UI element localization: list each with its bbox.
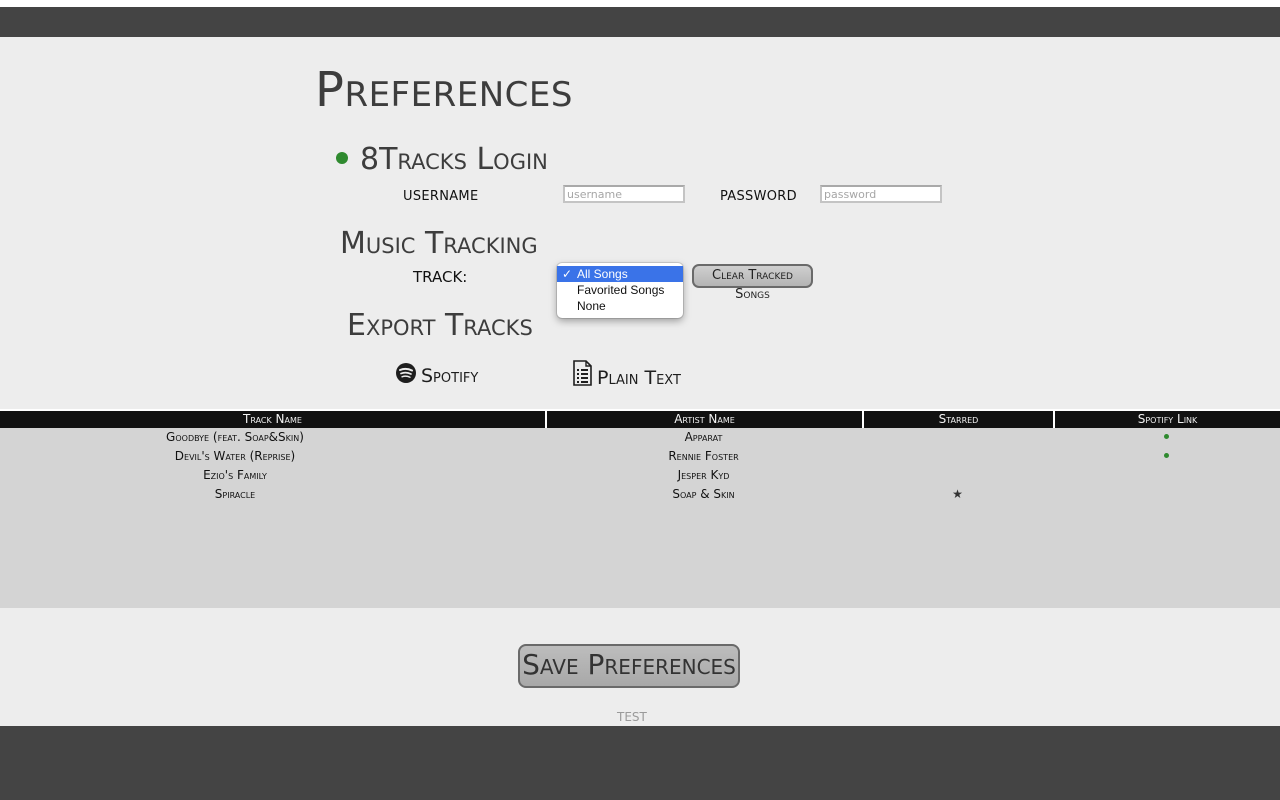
track-select-dropdown[interactable]: ✓ All Songs Favorited Songs None (557, 263, 683, 318)
dropdown-option-all-songs[interactable]: ✓ All Songs (557, 266, 683, 282)
artist-name-cell: Rennie Foster (668, 449, 739, 463)
top-bar (0, 7, 1280, 37)
page-title: Preferences (315, 62, 573, 118)
export-spotify-link[interactable]: Spotify (395, 362, 478, 388)
table-row[interactable]: Goodbye (feat. Soap&Skin) Apparat (0, 428, 1280, 447)
tracks-table: Track Name Artist Name Starred Spotify L… (0, 409, 1280, 608)
artist-name-cell: Soap & Skin (672, 487, 735, 501)
login-section-title: 8Tracks Login (360, 142, 548, 177)
column-header-spotify-link[interactable]: Spotify Link (1053, 411, 1280, 428)
password-label: PASSWORD (720, 189, 797, 204)
footer-note: TEST (617, 710, 647, 724)
artist-name-cell: Jesper Kyd (677, 468, 730, 482)
dropdown-option-label: Favorited Songs (577, 283, 665, 297)
export-section-title: Export Tracks (347, 308, 533, 343)
spotify-link-icon[interactable] (1164, 434, 1169, 439)
spotify-label: Spotify (421, 365, 479, 387)
starred-cell (862, 428, 1053, 447)
plain-text-label: Plain Text (597, 367, 681, 389)
track-name-cell: Goodbye (feat. Soap&Skin) (166, 430, 304, 444)
dropdown-option-label: None (577, 299, 606, 313)
export-plain-text-link[interactable]: Plain Text (572, 360, 681, 390)
document-icon (573, 360, 592, 386)
login-status-icon (336, 152, 348, 164)
spotify-link-cell (1053, 466, 1280, 485)
table-row[interactable]: Spiracle Soap & Skin ★ (0, 485, 1280, 504)
tracking-section-title: Music Tracking (340, 226, 538, 261)
checkmark-icon: ✓ (562, 267, 573, 281)
save-preferences-button[interactable]: Save Preferences (518, 644, 740, 688)
spotify-icon (396, 363, 416, 383)
table-header: Track Name Artist Name Starred Spotify L… (0, 409, 1280, 428)
table-row[interactable]: Ezio's Family Jesper Kyd (0, 466, 1280, 485)
dropdown-option-label: All Songs (577, 267, 628, 281)
bottom-bar (0, 726, 1280, 800)
table-row[interactable]: Devil's Water (Reprise) Rennie Foster (0, 447, 1280, 466)
star-icon: ★ (952, 487, 963, 501)
track-name-cell: Devil's Water (Reprise) (174, 449, 296, 463)
dropdown-option-none[interactable]: None (557, 298, 683, 314)
spotify-link-cell[interactable] (1053, 428, 1280, 447)
column-header-track-name[interactable]: Track Name (0, 411, 545, 428)
track-name-cell: Ezio's Family (203, 468, 267, 482)
track-label: TRACK: (413, 268, 468, 286)
starred-cell (862, 447, 1053, 466)
clear-tracked-songs-button[interactable]: Clear Tracked Songs (692, 264, 813, 302)
dropdown-option-favorited-songs[interactable]: Favorited Songs (557, 282, 683, 298)
spotify-link-cell[interactable] (1053, 447, 1280, 466)
column-header-artist-name[interactable]: Artist Name (545, 411, 862, 428)
spotify-link-cell (1053, 485, 1280, 504)
username-input[interactable] (563, 185, 685, 203)
password-input[interactable] (820, 185, 942, 203)
track-name-cell: Spiracle (214, 487, 256, 501)
column-header-starred[interactable]: Starred (862, 411, 1053, 428)
username-label: USERNAME (403, 189, 479, 204)
starred-cell (862, 466, 1053, 485)
top-strip (0, 0, 1280, 7)
artist-name-cell: Apparat (684, 430, 723, 444)
spotify-link-icon[interactable] (1164, 453, 1169, 458)
